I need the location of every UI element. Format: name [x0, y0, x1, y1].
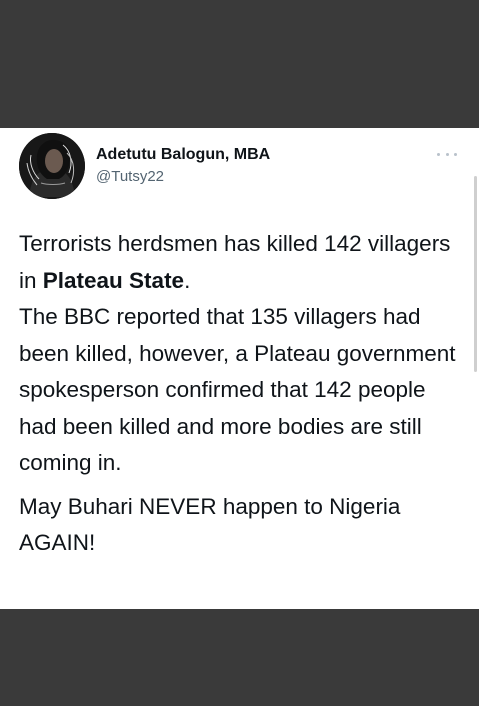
tweet-text: Terrorists herdsmen has killed 142 villa… [19, 226, 469, 562]
avatar[interactable] [19, 133, 85, 199]
tweet-bold-location: Plateau State [42, 267, 185, 293]
more-options-icon[interactable] [437, 147, 457, 161]
tweet-paragraph-1: Terrorists herdsmen has killed 142 villa… [19, 231, 456, 475]
author-handle[interactable]: @Tutsy22 [96, 168, 164, 185]
bottom-dark-bar [0, 609, 479, 706]
author-name[interactable]: Adetutu Balogun, MBA [96, 146, 270, 164]
tweet-paragraph-2: May Buhari NEVER happen to Nigeria AGAIN… [19, 493, 401, 556]
profile-photo-icon [19, 133, 85, 199]
top-dark-bar [0, 0, 479, 128]
scrollbar[interactable] [474, 176, 477, 372]
